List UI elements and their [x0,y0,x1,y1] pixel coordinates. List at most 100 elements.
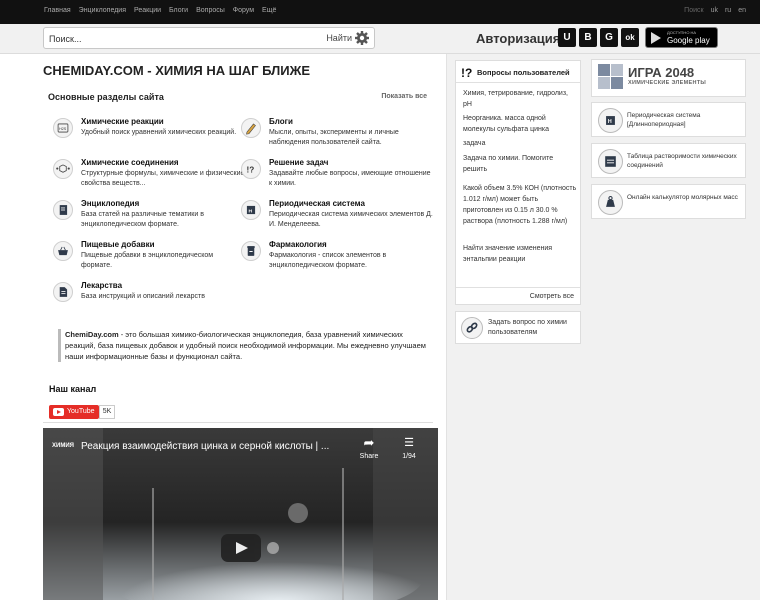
language-switcher: Поиск uk ru en [684,7,746,14]
section-title: Периодическая система [269,199,365,208]
svg-text:H: H [608,119,612,125]
question-link[interactable]: задача [463,138,577,149]
question-link[interactable]: Задача по химии. Помогите решить [463,153,577,175]
youtube-icon [53,408,64,416]
top-search-link[interactable]: Поиск [684,7,703,14]
ask-question-button[interactable]: Задать вопрос по химии пользователям [455,311,581,344]
section-desc: Структурные формулы, химические и физиче… [81,170,245,187]
channel-heading: Наш канал [49,384,97,394]
share-icon: ➦ [363,435,375,450]
nav-more[interactable]: Ещё [262,7,276,14]
periodic-table-icon: H [241,200,261,220]
section-desc: Задавайте любые вопросы, имеющие отношен… [269,170,431,187]
periodic-table-tile[interactable]: H Периодическая система [Длиннопериодная… [591,102,746,137]
nav-forum[interactable]: Форум [233,7,254,14]
see-all-link[interactable]: Смотреть все [530,293,574,300]
section-desc: Мысли, опыты, эксперименты и личные набл… [269,129,399,146]
nav-encyclopedia[interactable]: Энциклопедия [79,7,126,14]
ask-question-label: Задать вопрос по химии пользователям [488,319,567,336]
periodic-table-icon: H [598,108,623,133]
video-player[interactable]: ХИМИЯ Реакция взаимодействия цинка и сер… [43,428,438,600]
question-link[interactable]: Какой объем 3.5% КОН (плотность 1.012 г/… [463,183,577,227]
game-grid-icon [598,64,623,89]
nav-reactions[interactable]: Реакции [134,7,161,14]
question-link[interactable]: Неорганика. масса одной молекулы сульфат… [463,113,577,135]
solubility-table-tile[interactable]: Таблица растворимости химических соедине… [591,143,746,178]
svg-text:H: H [249,208,253,214]
share-label: Share [359,453,379,460]
login-ok-button[interactable]: ok [621,28,639,47]
top-nav: Главная Энциклопедия Реакции Блоги Вопро… [44,7,276,14]
top-bar: Главная Энциклопедия Реакции Блоги Вопро… [0,0,760,24]
lang-en[interactable]: en [738,7,746,14]
table-icon [598,149,623,174]
section-title: Фармакология [269,240,327,249]
nav-questions[interactable]: Вопросы [196,7,225,14]
tools-column: ИГРА 2048 ХИМИЧЕСКИЕ ЭЛЕМЕНТЫ H Периодич… [586,54,760,600]
lang-ru[interactable]: ru [725,7,731,14]
section-desc: Фармакология - список элементов в энцикл… [269,252,387,269]
section-desc: База инструкций и описаний лекарств [81,293,205,300]
section-desc: Периодическая система химических элемент… [269,211,433,228]
search-button[interactable]: Найти [326,33,352,43]
about-brand[interactable]: ChemiDay.com [65,330,119,339]
play-button[interactable] [221,534,261,562]
sections-heading: Основные разделы сайта [48,92,164,102]
solubility-table-label: Таблица растворимости химических соедине… [627,153,737,169]
questions-heading[interactable]: Вопросы пользователей [477,68,570,77]
game-2048-tile[interactable]: ИГРА 2048 ХИМИЧЕСКИЕ ЭЛЕМЕНТЫ [591,59,746,97]
subscriber-count: 5K [99,405,115,419]
login-ucoz-button[interactable]: U [558,28,576,47]
basket-icon [53,241,73,261]
section-desc: База статей на различные тематики в энци… [81,211,204,228]
molecule-icon [53,159,73,179]
gplay-label: Google play [667,36,710,45]
flask-h2s-icon: H2S [53,118,73,138]
youtube-subscribe-button[interactable]: YouTube [49,405,99,419]
playlist-counter: 1/94 [402,453,416,460]
svg-text:!?: !? [247,165,255,174]
weight-icon [598,190,623,215]
section-desc: Удобный поиск уравнений химических реакц… [81,129,237,136]
share-button[interactable]: ➦ Share [359,435,379,461]
header: Найти Авторизация: U B G ok ДОСТУПНО НА … [0,24,760,54]
lang-uk[interactable]: uk [711,7,718,14]
question-icon: !? [461,66,473,80]
game-title: ИГРА 2048 [628,65,695,80]
about-body: - это большая химико-биологическая энцик… [65,330,426,361]
login-google-button[interactable]: G [600,28,618,47]
section-title: Химические реакции [81,117,164,126]
nav-blogs[interactable]: Блоги [169,7,188,14]
questions-column: !? Вопросы пользователей Химия, тетриров… [448,54,585,600]
divider [456,287,580,288]
question-link[interactable]: Найти значение изменения энтальпии реакц… [463,243,577,265]
video-title[interactable]: Реакция взаимодействия цинка и серной ки… [81,441,351,452]
divider [43,422,433,423]
section-desc: Пищевые добавки в энциклопедическом форм… [81,252,214,269]
section-title: Решение задач [269,158,329,167]
question-icon: !? [241,159,261,179]
section-title: Пищевые добавки [81,240,155,249]
book-icon [53,200,73,220]
nav-home[interactable]: Главная [44,7,71,14]
sections-panel: Основные разделы сайта Показать все H2S … [43,87,433,311]
main-content: CHEMIDAY.COM - ХИМИЯ НА ШАГ БЛИЖЕ Основн… [0,54,447,600]
google-play-button[interactable]: ДОСТУПНО НА Google play [645,27,718,48]
question-link[interactable]: Химия, тетрирование, гидролиз, pH [463,88,577,110]
youtube-label: YouTube [67,408,95,415]
playlist-button[interactable]: ☰ 1/94 [397,436,421,460]
section-title: Энциклопедия [81,199,140,208]
molar-mass-label: Онлайн калькулятор молярных масс [627,194,738,201]
svg-text:H2S: H2S [59,127,67,131]
show-all-link[interactable]: Показать все [381,93,427,100]
game-subtitle: ХИМИЧЕСКИЕ ЭЛЕМЕНТЫ [628,80,707,86]
section-title: Лекарства [81,281,123,290]
search-input[interactable] [49,31,309,46]
gear-icon[interactable] [354,30,370,46]
questions-panel: !? Вопросы пользователей Химия, тетриров… [455,60,581,305]
molar-mass-tile[interactable]: Онлайн калькулятор молярных масс [591,184,746,219]
periodic-table-label: Периодическая система [Длиннопериодная] [627,112,701,128]
section-title: Блоги [269,117,293,126]
login-vk-button[interactable]: B [579,28,597,47]
gplay-caption: ДОСТУПНО НА [667,30,697,35]
